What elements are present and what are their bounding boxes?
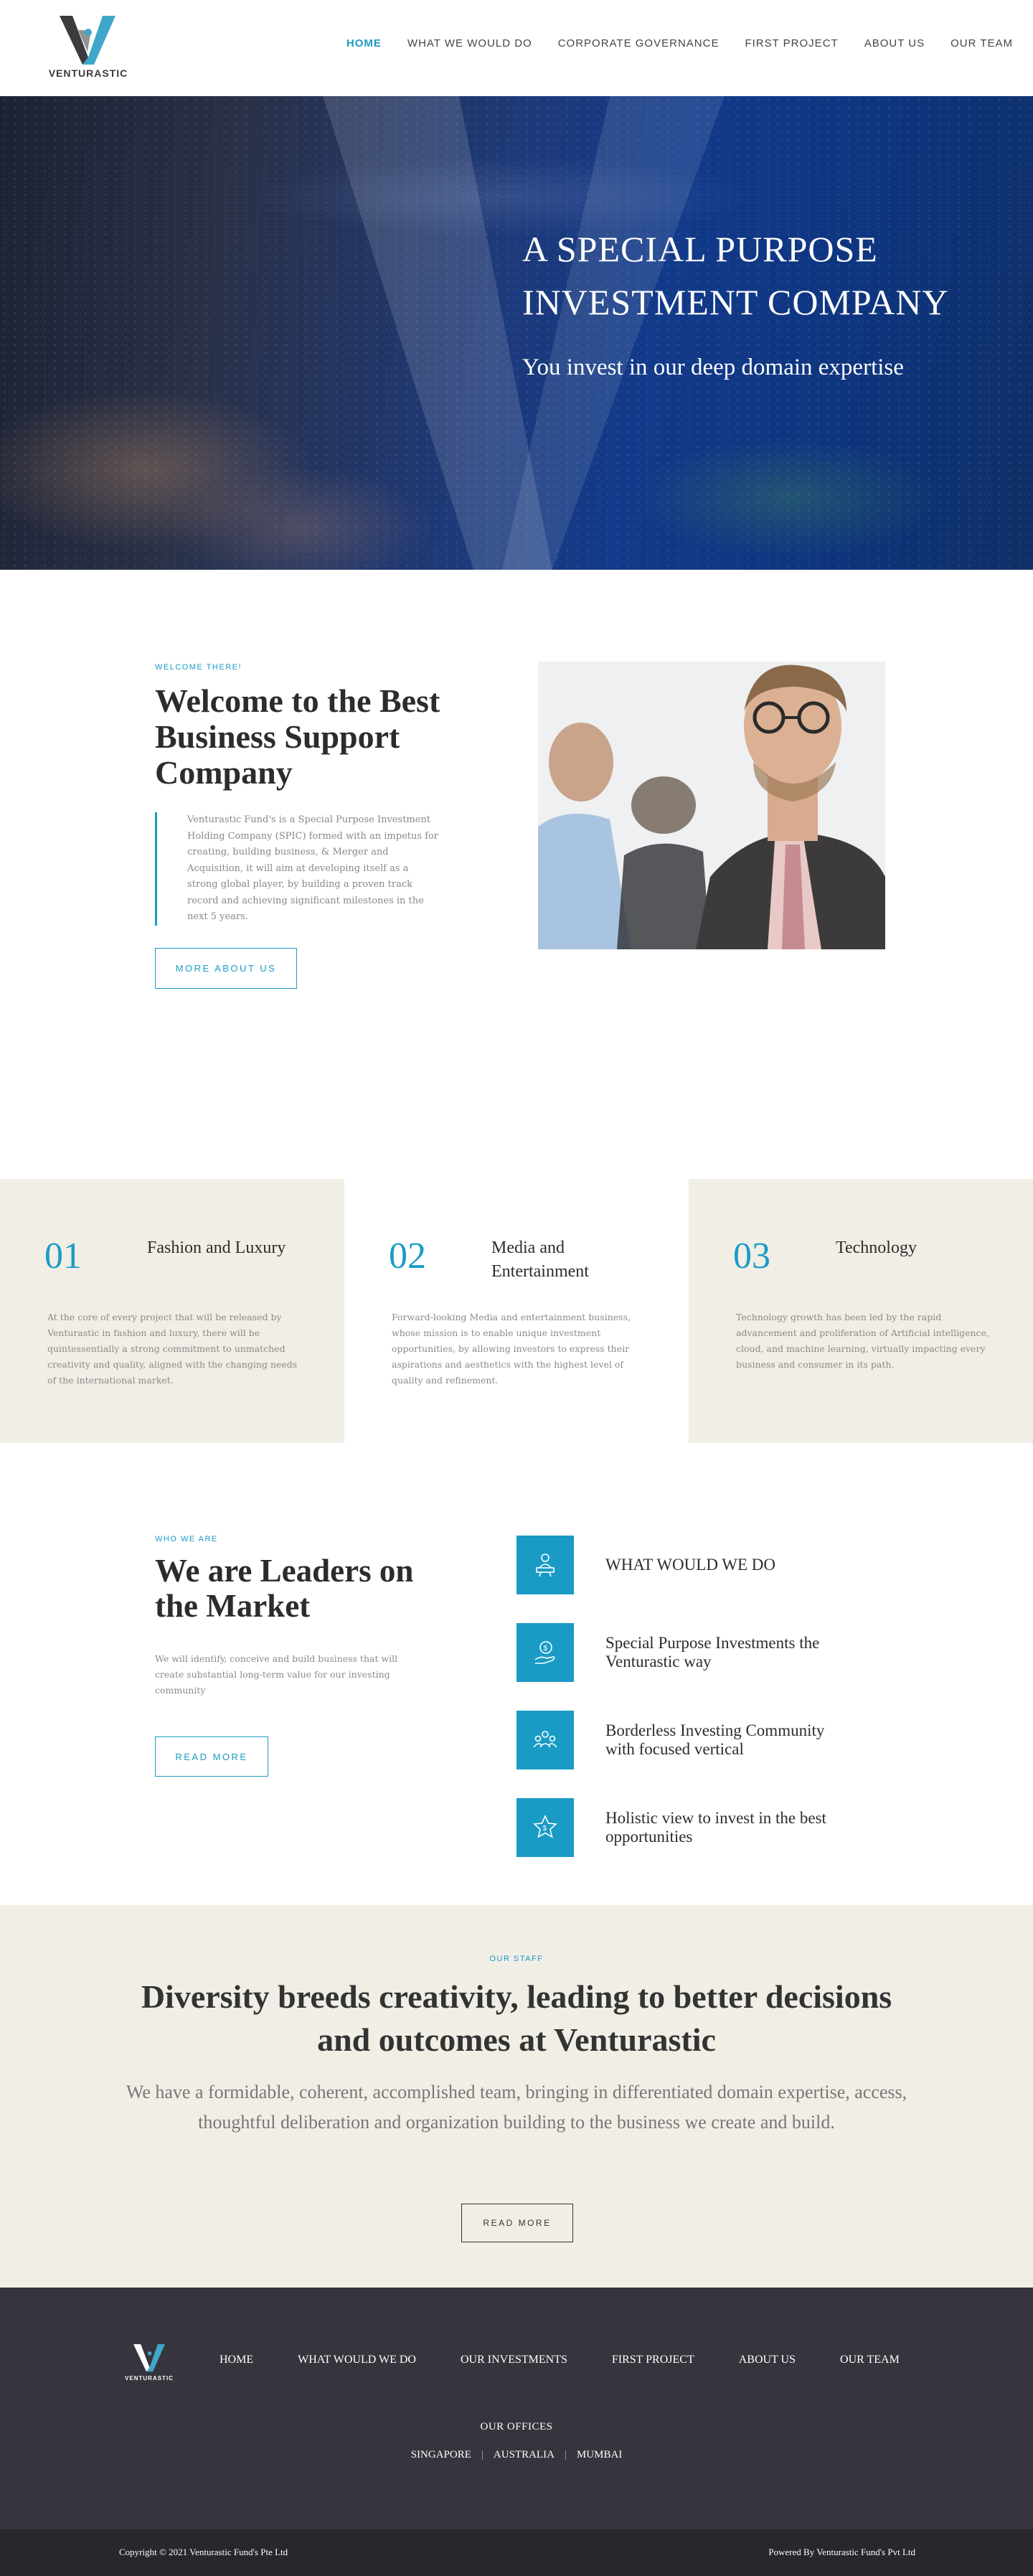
svg-text:$: $ [544, 1645, 548, 1653]
service-item-label: Borderless Investing Community with focu… [605, 1721, 825, 1758]
nav-what-we-would-do[interactable]: WHAT WE WOULD DO [407, 37, 532, 50]
svg-text:$: $ [543, 1825, 547, 1833]
footer-nav-about-us[interactable]: ABOUT US [739, 2354, 796, 2366]
office-mumbai[interactable]: MUMBAI [577, 2449, 622, 2460]
service-item[interactable]: $ Holistic view to invest in the best op… [516, 1798, 918, 1857]
service-item[interactable]: WHAT WOULD WE DO [516, 1536, 918, 1594]
copyright-bar: Copyright © 2021 Venturastic Fund's Pte … [0, 2529, 1033, 2576]
office-australia[interactable]: AUSTRALIA [494, 2449, 555, 2460]
feature-description: Forward-looking Media and entertainment … [392, 1312, 631, 1386]
leaders-eyebrow: WHO WE ARE [155, 1535, 218, 1543]
feature-card: 03 Technology Technology growth has been… [689, 1179, 1033, 1443]
feature-number: 01 [44, 1236, 82, 1277]
staff-read-more-button[interactable]: READ MORE [461, 2204, 573, 2242]
leaders-section: WHO WE ARE We are Leaders on the Market … [0, 1443, 1033, 1905]
nav-corporate-governance[interactable]: CORPORATE GOVERNANCE [558, 37, 720, 50]
hero-title: A SPECIAL PURPOSE INVESTMENT COMPANY [522, 229, 949, 322]
service-item[interactable]: Borderless Investing Community with focu… [516, 1711, 918, 1769]
footer-nav-first-project[interactable]: FIRST PROJECT [612, 2354, 694, 2366]
service-item-label: WHAT WOULD WE DO [605, 1556, 775, 1574]
office-singapore[interactable]: SINGAPORE [411, 2449, 471, 2460]
footer-nav-our-investments[interactable]: OUR INVESTMENTS [461, 2354, 567, 2366]
footer-nav-what-would-we-do[interactable]: WHAT WOULD WE DO [298, 2354, 416, 2366]
staff-title: Diversity breeds creativity, leading to … [141, 1978, 892, 2058]
logo-wordmark: VENTURASTIC [48, 67, 128, 79]
hero-banner: A SPECIAL PURPOSE INVESTMENT COMPANY You… [0, 96, 1033, 570]
dollar-hand-icon: $ [516, 1623, 574, 1682]
businessman-photo [538, 662, 885, 949]
more-about-us-button[interactable]: MORE ABOUT US [155, 948, 297, 989]
hero-text: A SPECIAL PURPOSE INVESTMENT COMPANY You… [522, 222, 948, 381]
star-dollar-icon: $ [516, 1798, 574, 1857]
site-header: VENTURASTIC HOME WHAT WE WOULD DO CORPOR… [0, 0, 1033, 96]
welcome-section: WELCOME THERE! Welcome to the Best Busin… [0, 570, 1033, 1179]
community-icon [516, 1711, 574, 1769]
feature-card: 01 Fashion and Luxury At the core of eve… [0, 1179, 344, 1443]
staff-eyebrow: OUR STAFF [489, 1955, 544, 1963]
feature-description: At the core of every project that will b… [47, 1312, 298, 1386]
hero-subtitle: You invest in our deep domain expertise [522, 354, 904, 380]
venturastic-logo-icon [60, 16, 115, 65]
feature-title: Media and Entertainment [491, 1238, 589, 1281]
footer-logo[interactable]: VENTURASTIC [121, 2344, 178, 2387]
welcome-title: Welcome to the Best Business Support Com… [155, 682, 440, 791]
powered-by-text: Powered By Venturastic Fund's Pvt Ltd [768, 2547, 915, 2557]
nav-about-us[interactable]: ABOUT US [864, 37, 925, 50]
copyright-text: Copyright © 2021 Venturastic Fund's Pte … [119, 2547, 288, 2557]
offices-list: SINGAPORE | AUSTRALIA | MUMBAI [410, 2449, 623, 2460]
nav-home[interactable]: HOME [346, 37, 382, 50]
staff-section: OUR STAFF Diversity breeds creativity, l… [0, 1905, 1033, 2288]
offices-heading: OUR OFFICES [480, 2421, 553, 2432]
feature-description: Technology growth has been led by the ra… [736, 1312, 989, 1370]
service-item-label: Special Purpose Investments the Venturas… [605, 1634, 820, 1670]
footer-nav: HOME WHAT WOULD WE DO OUR INVESTMENTS FI… [220, 2354, 944, 2366]
footer-logo-wordmark: VENTURASTIC [125, 2375, 174, 2382]
leaders-description: We will identify, conceive and build bus… [155, 1653, 398, 1696]
presenter-icon [516, 1536, 574, 1594]
welcome-eyebrow: WELCOME THERE! [155, 663, 242, 672]
feature-number: 03 [733, 1236, 770, 1277]
service-item-label: Holistic view to invest in the best oppo… [605, 1809, 826, 1846]
footer-nav-our-team[interactable]: OUR TEAM [840, 2354, 900, 2366]
footer-nav-home[interactable]: HOME [220, 2354, 253, 2366]
welcome-description: Venturastic Fund's is a Special Purpose … [155, 812, 442, 926]
feature-title: Technology [836, 1238, 917, 1257]
main-nav: HOME WHAT WE WOULD DO CORPORATE GOVERNAN… [321, 37, 1013, 50]
site-logo[interactable]: VENTURASTIC [42, 16, 135, 84]
venturastic-logo-icon [133, 2344, 165, 2372]
feature-card: 02 Media and Entertainment Forward-looki… [344, 1179, 689, 1443]
staff-description: We have a formidable, coherent, accompli… [126, 2082, 907, 2133]
features-section: 01 Fashion and Luxury At the core of eve… [0, 1179, 1033, 1443]
site-footer: VENTURASTIC HOME WHAT WOULD WE DO OUR IN… [0, 2288, 1033, 2529]
read-more-button[interactable]: READ MORE [155, 1736, 268, 1777]
nav-our-team[interactable]: OUR TEAM [951, 37, 1013, 50]
service-item[interactable]: $ Special Purpose Investments the Ventur… [516, 1623, 918, 1682]
feature-number: 02 [389, 1236, 426, 1277]
leaders-title: We are Leaders on the Market [155, 1553, 414, 1624]
feature-title: Fashion and Luxury [147, 1238, 286, 1257]
nav-first-project[interactable]: FIRST PROJECT [745, 37, 838, 50]
